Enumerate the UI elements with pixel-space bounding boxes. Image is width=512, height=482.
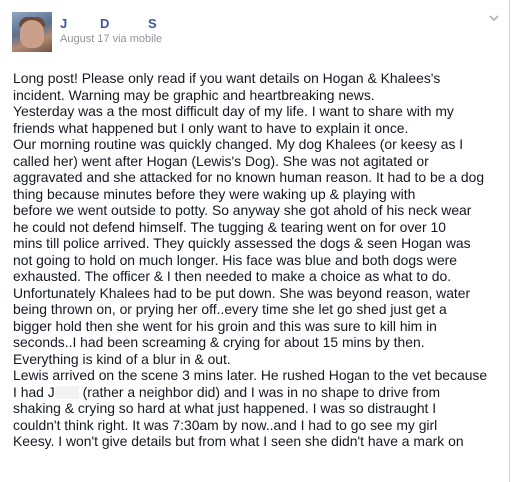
author-initial-3: S bbox=[148, 16, 158, 31]
post-line: being thrown on, or prying her off..ever… bbox=[13, 301, 447, 317]
post-line: friends what happened but I only want to… bbox=[13, 119, 409, 136]
post-line: Unfortunately Khalees had to be put down… bbox=[13, 284, 471, 301]
author-initial-2: D bbox=[100, 16, 110, 31]
post-line: mins till police arrived. They quickly a… bbox=[13, 235, 471, 251]
post-date[interactable]: August 17 bbox=[60, 33, 110, 45]
post-line: before we went outside to potty. So anyw… bbox=[13, 202, 472, 218]
post-line: bigger hold then she went for his groin … bbox=[13, 317, 437, 334]
post-line-end: (rather a neighbor did) and I was in no … bbox=[82, 383, 441, 400]
post-via: via mobile bbox=[112, 33, 163, 45]
post-body: Long post! Please only read if you want … bbox=[13, 70, 503, 450]
post-line: not going to hold on much longer. His fa… bbox=[13, 251, 458, 268]
post-meta: August 17 via mobile bbox=[60, 33, 162, 45]
post-line: shaking & crying so hard at what just ha… bbox=[13, 400, 437, 416]
post-line: exhausted. The officer & I then needed t… bbox=[13, 268, 452, 284]
avatar-face bbox=[20, 20, 44, 48]
post-line: Everything is kind of a blur in & out. bbox=[13, 350, 231, 367]
facebook-post: J D S August 17 via mobile Long post! Pl… bbox=[0, 0, 510, 482]
post-line: aggravated and she attacked for no known… bbox=[13, 169, 485, 185]
post-line: Yesterday was a the most difficult day o… bbox=[13, 103, 454, 119]
post-line: called her) went after Hogan (Lewis's Do… bbox=[13, 152, 429, 169]
redaction-mark bbox=[54, 385, 79, 399]
avatar[interactable] bbox=[12, 12, 52, 52]
post-line: seconds..I had been screaming & crying f… bbox=[13, 334, 425, 350]
post-line: incident. Warning may be graphic and hea… bbox=[13, 86, 375, 103]
post-line: he could not defend himself. The tugging… bbox=[13, 218, 446, 235]
post-line: thing because minutes before they were w… bbox=[13, 185, 416, 202]
author-initial-1: J bbox=[60, 16, 68, 31]
post-line: Keesy. I won't give details but from wha… bbox=[13, 433, 464, 449]
chevron-down-icon[interactable] bbox=[486, 12, 502, 28]
post-line: Lewis arrived on the scene 3 mins later.… bbox=[13, 367, 488, 383]
post-line: Our morning routine was quickly changed.… bbox=[13, 136, 464, 152]
post-line-start: I had J bbox=[13, 383, 55, 400]
post-line: Long post! Please only read if you want … bbox=[13, 70, 441, 86]
post-line-redacted: I had J (rather a neighbor did) and I wa… bbox=[13, 384, 503, 401]
post-line: couldn't think right. It was 7:30am by n… bbox=[13, 416, 438, 433]
